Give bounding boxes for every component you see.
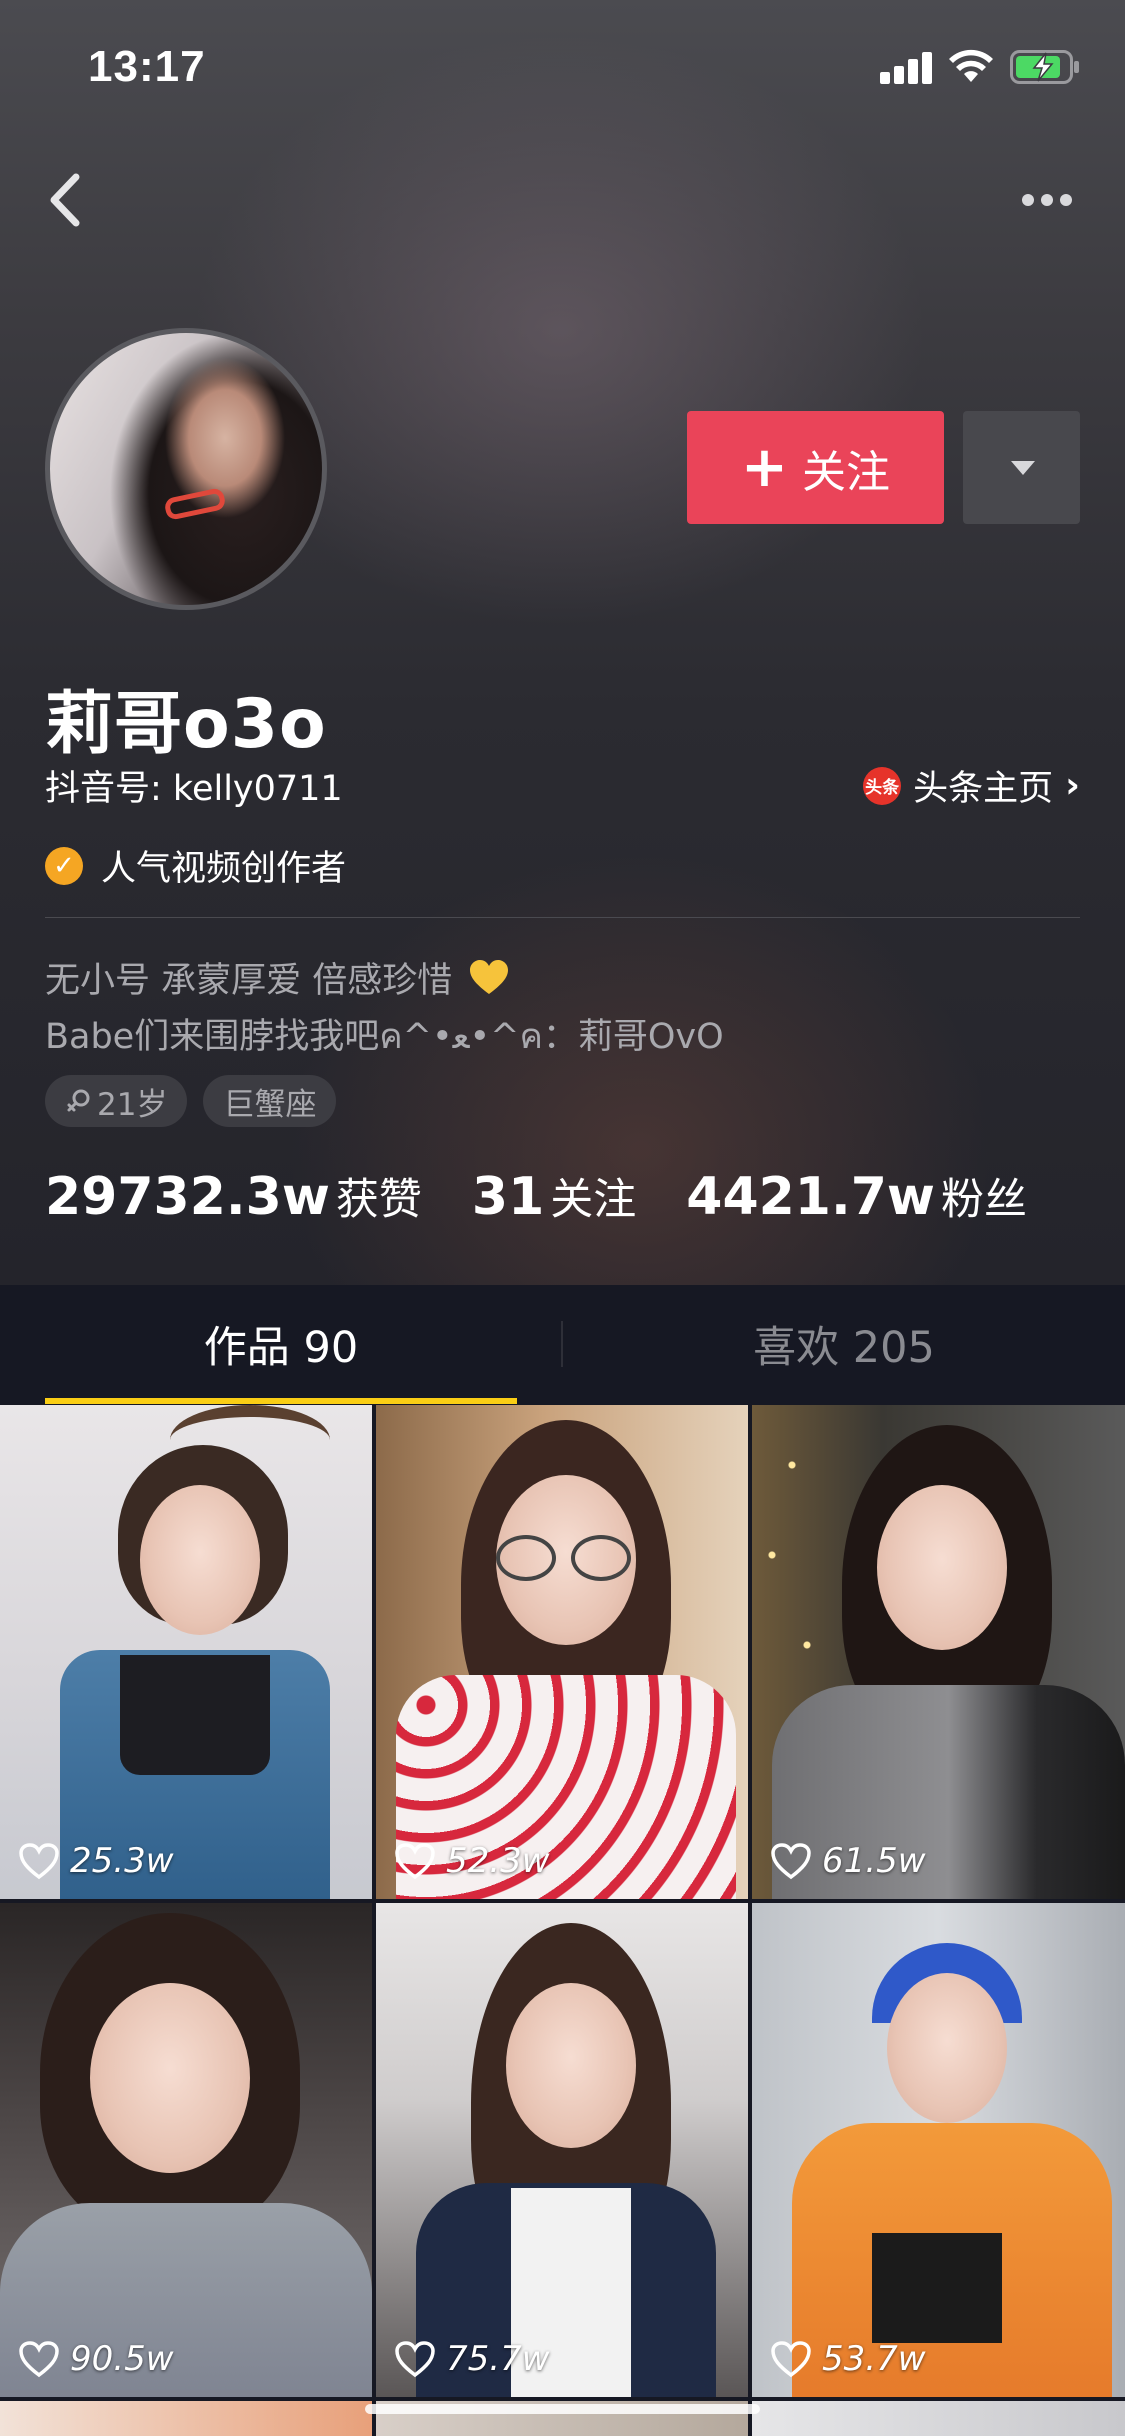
douyin-id: 抖音号: kelly0711 <box>45 769 343 809</box>
plus-icon: + <box>741 434 788 500</box>
stat-following-label: 关注 <box>550 1175 637 1225</box>
video-thumbnail[interactable] <box>0 2401 372 2436</box>
video-like-count-text: 25.3w <box>70 1841 174 1881</box>
tab-works[interactable]: 作品 90 <box>0 1285 562 1403</box>
yellow-heart-icon <box>470 960 509 994</box>
divider <box>45 917 1080 918</box>
video-grid: 25.3w 52.3w 61.5w 90.5w 75.7w 53.7w <box>0 1405 1125 2436</box>
follow-button[interactable]: + 关注 <box>687 411 944 524</box>
bio-line-2: Babe们来围脖找我吧ค^•ﻌ•^ค：莉哥OvO <box>45 1017 724 1057</box>
female-icon <box>67 1089 90 1112</box>
signal-icon <box>880 52 934 84</box>
video-like-count-text: 61.5w <box>822 1841 926 1881</box>
chevron-right-icon: › <box>1065 765 1080 806</box>
video-thumbnail[interactable]: 53.7w <box>752 1903 1125 2397</box>
stat-following-value: 31 <box>471 1167 545 1227</box>
stat-likes-label: 获赞 <box>335 1175 422 1225</box>
toutiao-label: 头条主页 <box>913 769 1054 809</box>
video-like-count: 52.3w <box>394 1841 550 1881</box>
bio-line-1: 无小号 承蒙厚爱 倍感珍惜 <box>45 952 509 1003</box>
video-like-count: 75.7w <box>394 2339 550 2379</box>
nickname: 莉哥o3o <box>45 685 327 764</box>
follow-label: 关注 <box>801 446 890 498</box>
heart-outline-icon <box>771 2341 811 2378</box>
age-tag-label: 21岁 <box>97 1086 168 1123</box>
battery-charging-icon <box>1010 50 1079 84</box>
home-indicator[interactable] <box>365 2404 760 2414</box>
heart-outline-icon <box>395 1843 435 1880</box>
recommend-dropdown-button[interactable] <box>963 411 1080 524</box>
bio-text-1: 无小号 承蒙厚爱 倍感珍惜 <box>45 961 453 1001</box>
video-like-count-text: 52.3w <box>446 1841 550 1881</box>
check-icon: ✓ <box>45 846 83 885</box>
verified-label: 人气视频创作者 <box>101 849 347 889</box>
tab-likes[interactable]: 喜欢 205 <box>563 1285 1125 1403</box>
more-horizontal-icon <box>1022 194 1034 206</box>
profile-stats: 29732.3w 获赞 31 关注 4421.7w 粉丝 <box>45 1165 1077 1227</box>
video-thumbnail[interactable]: 75.7w <box>376 1903 748 2397</box>
status-bar: 13:17 <box>0 0 1125 132</box>
wifi-icon <box>949 49 993 82</box>
age-tag: 21岁 <box>45 1075 188 1127</box>
video-like-count: 53.7w <box>770 2339 926 2379</box>
stat-followers[interactable]: 4421.7w 粉丝 <box>686 1165 1027 1227</box>
video-thumbnail[interactable]: 25.3w <box>0 1405 372 1899</box>
video-like-count: 61.5w <box>770 1841 926 1881</box>
heart-outline-icon <box>395 2341 435 2378</box>
zodiac-tag-label: 巨蟹座 <box>223 1086 317 1123</box>
back-button[interactable] <box>36 165 96 235</box>
video-like-count-text: 75.7w <box>446 2339 550 2379</box>
stat-followers-value: 4421.7w <box>686 1167 935 1227</box>
more-options-button[interactable] <box>1010 180 1080 220</box>
profile-tabs: 作品 90 喜欢 205 <box>0 1285 1125 1403</box>
stat-likes-value: 29732.3w <box>45 1167 330 1227</box>
verified-creator-badge: ✓ 人气视频创作者 <box>45 840 346 891</box>
heart-outline-icon <box>771 1843 811 1880</box>
active-tab-indicator <box>45 1398 517 1404</box>
profile-tags: 21岁 巨蟹座 <box>45 1075 337 1127</box>
stat-following[interactable]: 31 关注 <box>472 1165 636 1227</box>
avatar[interactable] <box>45 328 327 610</box>
stat-followers-label: 粉丝 <box>940 1175 1027 1225</box>
zodiac-tag: 巨蟹座 <box>203 1075 337 1127</box>
video-thumbnail[interactable] <box>752 2401 1125 2436</box>
triangle-down-icon <box>1011 461 1035 475</box>
video-thumbnail[interactable]: 90.5w <box>0 1903 372 2397</box>
toutiao-logo-icon: 头条 <box>863 766 902 805</box>
video-like-count: 90.5w <box>18 2339 174 2379</box>
video-thumbnail[interactable]: 52.3w <box>376 1405 748 1899</box>
toutiao-homepage-link[interactable]: 头条 头条主页 › <box>863 760 1080 811</box>
video-like-count-text: 53.7w <box>822 2339 926 2379</box>
heart-outline-icon <box>19 1843 59 1880</box>
video-like-count-text: 90.5w <box>70 2339 174 2379</box>
heart-outline-icon <box>19 2341 59 2378</box>
video-like-count: 25.3w <box>18 1841 174 1881</box>
video-thumbnail[interactable]: 61.5w <box>752 1405 1125 1899</box>
status-time: 13:17 <box>88 42 206 91</box>
stat-likes: 29732.3w 获赞 <box>45 1165 422 1227</box>
